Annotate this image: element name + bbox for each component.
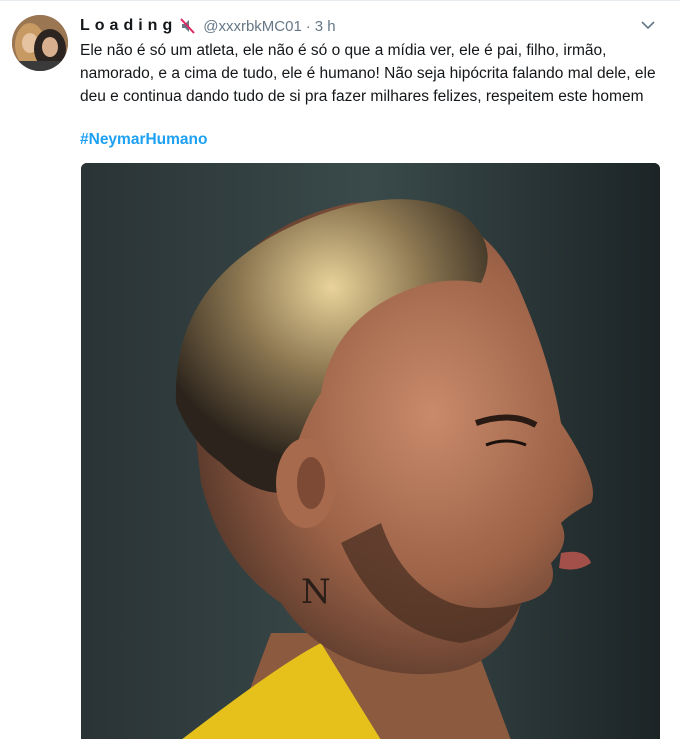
tweet-card: Loading @xxxrbkMC01 · 3 h Ele não é só u… (0, 0, 680, 739)
svg-text:N: N (301, 572, 331, 612)
chevron-down-icon[interactable] (638, 15, 658, 35)
tweet-text: Ele não é só um atleta, ele não é só o q… (80, 42, 656, 105)
muted-speaker-icon (179, 17, 197, 35)
tweet-header: Loading @xxxrbkMC01 · 3 h (80, 15, 660, 37)
separator-dot: · (305, 17, 311, 35)
tweet-photo[interactable]: N (81, 163, 660, 739)
hashtag-link[interactable]: #NeymarHumano (80, 131, 208, 149)
avatar[interactable] (12, 15, 68, 71)
user-handle[interactable]: @xxxrbkMC01 (203, 18, 302, 35)
timestamp[interactable]: 3 h (315, 18, 336, 35)
display-name[interactable]: Loading (80, 17, 177, 35)
